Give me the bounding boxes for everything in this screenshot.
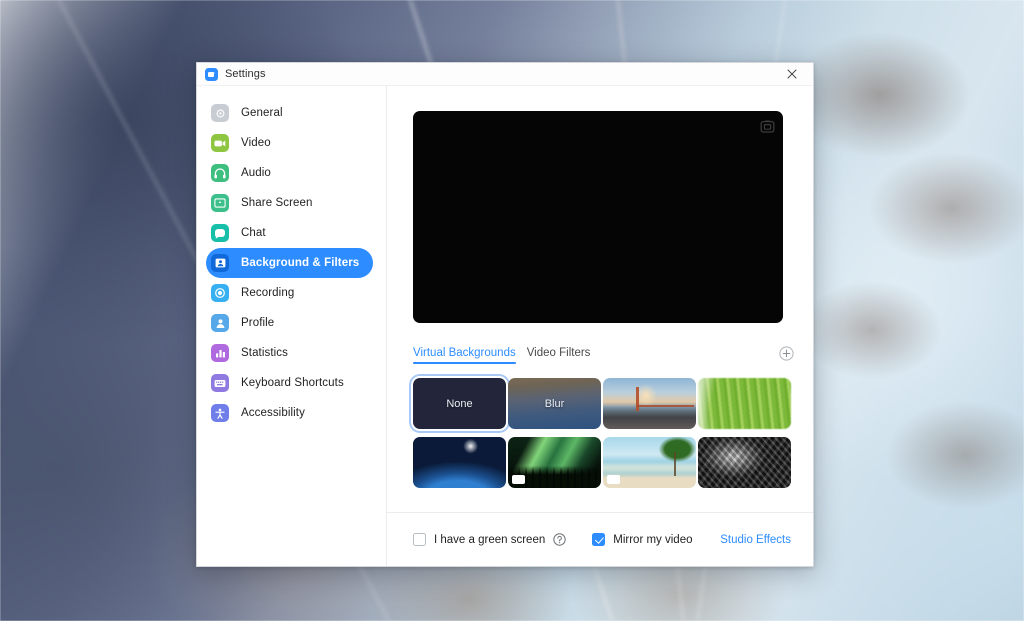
sidebar-item-recording[interactable]: Recording [206,278,373,308]
settings-sidebar: General Video Audio Share Screen Chat Ba… [197,86,387,566]
sidebar-item-label: Recording [241,287,295,299]
background-beach-palm[interactable] [603,437,696,488]
mirror-video-checkbox[interactable]: Mirror my video [592,533,692,546]
green-screen-label: I have a green screen [434,533,546,546]
settings-footer: I have a green screen Mirror my video St… [387,512,813,566]
sidebar-item-share-screen[interactable]: Share Screen [206,188,373,218]
sidebar-item-background-and-filters[interactable]: Background & Filters [206,248,373,278]
sidebar-item-chat[interactable]: Chat [206,218,373,248]
sidebar-item-label: Keyboard Shortcuts [241,377,344,389]
sidebar-item-audio[interactable]: Audio [206,158,373,188]
help-circle-icon[interactable] [553,533,566,546]
video-badge-icon [607,475,620,484]
sidebar-item-video[interactable]: Video [206,128,373,158]
settings-content: Virtual Backgrounds Video Filters None B… [387,86,813,566]
background-earth-from-space[interactable] [413,437,506,488]
background-none[interactable]: None [413,378,506,429]
background-icon [211,254,229,272]
record-icon [211,284,229,302]
chat-bubble-icon [211,224,229,242]
gear-icon [211,104,229,122]
sidebar-item-label: Video [241,137,271,149]
sidebar-item-label: General [241,107,283,119]
camera-capture-icon[interactable] [759,118,776,135]
sidebar-item-keyboard-shortcuts[interactable]: Keyboard Shortcuts [206,368,373,398]
headphones-icon [211,164,229,182]
sidebar-item-profile[interactable]: Profile [206,308,373,338]
background-grid: None Blur [413,378,794,488]
thumb-label: Blur [544,397,565,410]
tab-label: Virtual Backgrounds [413,347,516,359]
sidebar-item-label: Share Screen [241,197,313,209]
sidebar-item-general[interactable]: General [206,98,373,128]
accessibility-icon [211,404,229,422]
zoom-logo-icon [205,67,218,81]
mirror-video-label: Mirror my video [613,533,693,546]
close-button[interactable] [771,63,813,86]
settings-window: Settings General Video Audio Share Scree… [196,62,814,567]
sidebar-item-statistics[interactable]: Statistics [206,338,373,368]
close-icon [787,69,797,79]
sidebar-item-label: Chat [241,227,266,239]
add-background-button[interactable] [778,345,794,361]
tab-video-filters[interactable]: Video Filters [527,347,591,364]
checkbox-box [413,533,426,546]
add-circle-icon [778,345,794,361]
tab-bar: Virtual Backgrounds Video Filters [413,345,794,366]
background-blur[interactable]: Blur [508,378,601,429]
share-screen-icon [211,194,229,212]
sidebar-item-label: Audio [241,167,271,179]
profile-icon [211,314,229,332]
background-aurora-forest[interactable] [508,437,601,488]
thumb-label: None [446,397,473,410]
bar-chart-icon [211,344,229,362]
tab-label: Video Filters [526,347,591,359]
video-badge-icon [512,475,525,484]
sidebar-item-label: Profile [241,317,275,329]
tab-virtual-backgrounds[interactable]: Virtual Backgrounds [413,347,516,364]
background-stone-texture[interactable] [698,437,791,488]
sidebar-item-label: Accessibility [241,407,305,419]
window-titlebar: Settings [197,63,813,86]
green-screen-checkbox[interactable]: I have a green screen [413,533,545,546]
window-body: General Video Audio Share Screen Chat Ba… [197,86,813,566]
sidebar-item-label: Statistics [241,347,289,359]
studio-effects-link[interactable]: Studio Effects [720,534,791,546]
checkbox-box [592,533,606,546]
keyboard-icon [211,374,229,392]
video-camera-icon [211,134,229,152]
background-grass[interactable] [698,378,791,429]
sidebar-item-accessibility[interactable]: Accessibility [206,398,373,428]
video-preview [413,111,783,323]
sidebar-item-label: Background & Filters [241,257,360,269]
background-golden-gate-bridge[interactable] [603,378,696,429]
window-title: Settings [225,68,266,80]
